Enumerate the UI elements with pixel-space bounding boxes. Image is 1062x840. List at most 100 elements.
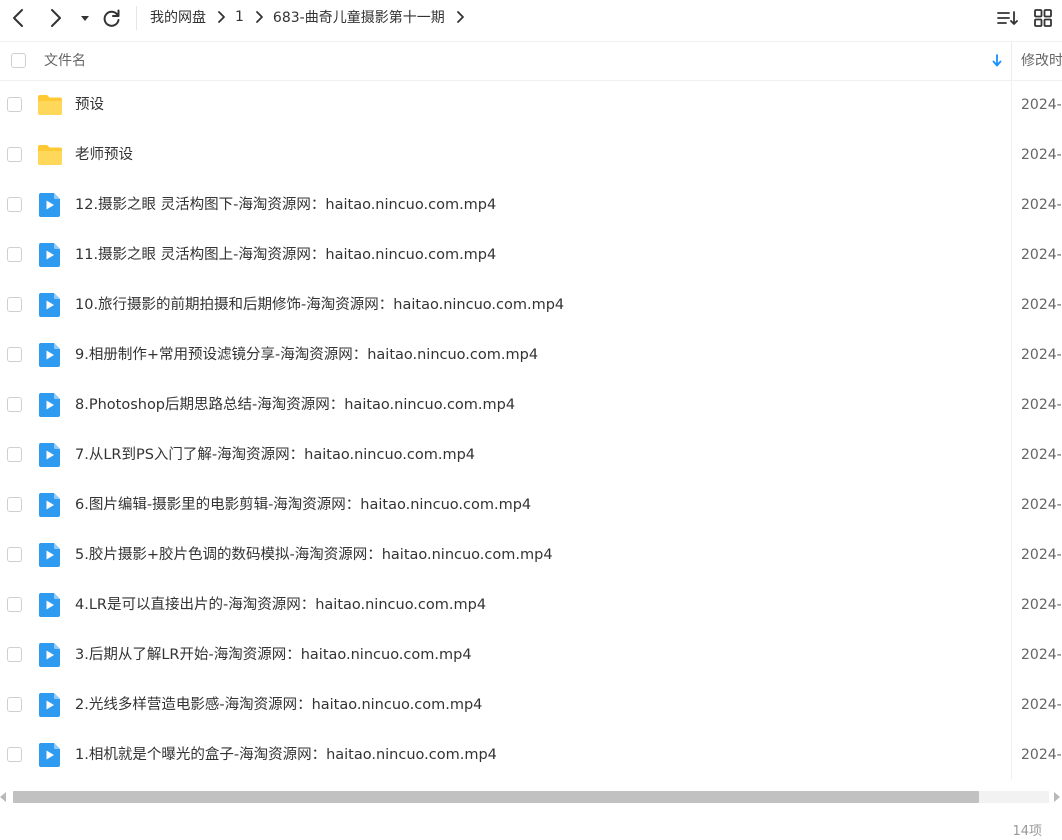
grid-view-button[interactable] <box>1031 6 1055 30</box>
file-row[interactable]: 12.摄影之眼 灵活构图下-海淘资源网：haitao.nincuo.com.mp… <box>0 180 1062 230</box>
sort-descending-icon[interactable] <box>991 54 1003 68</box>
file-name[interactable]: 3.后期从了解LR开始-海淘资源网：haitao.nincuo.com.mp4 <box>75 630 472 680</box>
scroll-thumb[interactable] <box>13 791 979 803</box>
column-header-name[interactable]: 文件名 <box>44 42 86 80</box>
modified-date: 2024- <box>1021 597 1062 613</box>
sort-view-button[interactable] <box>995 6 1019 30</box>
file-name[interactable]: 预设 <box>75 80 104 130</box>
modified-date: 2024- <box>1021 297 1062 313</box>
file-name[interactable]: 7.从LR到PS入门了解-海淘资源网：haitao.nincuo.com.mp4 <box>75 430 475 480</box>
file-name[interactable]: 5.胶片摄影+胶片色调的数码模拟-海淘资源网：haitao.nincuo.com… <box>75 530 553 580</box>
column-divider <box>1011 280 1012 330</box>
history-dropdown-button[interactable] <box>74 4 96 32</box>
file-name[interactable]: 4.LR是可以直接出片的-海淘资源网：haitao.nincuo.com.mp4 <box>75 580 486 630</box>
caret-down-icon <box>81 16 89 21</box>
video-file-icon <box>37 242 63 268</box>
chevron-left-icon <box>13 9 23 27</box>
back-button[interactable] <box>4 4 32 32</box>
file-name[interactable]: 12.摄影之眼 灵活构图下-海淘资源网：haitao.nincuo.com.mp… <box>75 180 496 230</box>
row-checkbox[interactable] <box>7 247 22 262</box>
file-row[interactable]: 1.相机就是个曝光的盒子-海淘资源网：haitao.nincuo.com.mp4… <box>0 730 1062 780</box>
column-divider[interactable] <box>1011 42 1012 80</box>
refresh-icon <box>103 9 120 27</box>
file-row[interactable]: 4.LR是可以直接出片的-海淘资源网：haitao.nincuo.com.mp4… <box>0 580 1062 630</box>
modified-date: 2024- <box>1021 197 1062 213</box>
file-list: 预设 2024- 老师预设 2024- 12.摄影之眼 灵活构图下-海淘资源网：hait… <box>0 80 1062 785</box>
file-name[interactable]: 6.图片编辑-摄影里的电影剪辑-海淘资源网：haitao.nincuo.com.… <box>75 480 531 530</box>
file-row[interactable]: 11.摄影之眼 灵活构图上-海淘资源网：haitao.nincuo.com.mp… <box>0 230 1062 280</box>
file-row[interactable]: 2.光线多样营造电影感-海淘资源网：haitao.nincuo.com.mp4 2… <box>0 680 1062 730</box>
column-divider <box>1011 330 1012 380</box>
modified-date: 2024- <box>1021 547 1062 563</box>
breadcrumb-item-root[interactable]: 我的网盘 <box>150 7 206 27</box>
modified-date: 2024- <box>1021 97 1062 113</box>
column-header-modified[interactable]: 修改时 <box>1021 42 1062 80</box>
column-divider <box>1011 130 1012 180</box>
video-file-icon <box>37 442 63 468</box>
folder-row[interactable]: 预设 2024- <box>0 80 1062 130</box>
select-all-checkbox[interactable] <box>11 53 26 68</box>
file-row[interactable]: 9.相册制作+常用预设滤镜分享-海淘资源网：haitao.nincuo.com.… <box>0 330 1062 380</box>
file-name[interactable]: 11.摄影之眼 灵活构图上-海淘资源网：haitao.nincuo.com.mp… <box>75 230 496 280</box>
video-file-icon <box>37 542 63 568</box>
forward-button[interactable] <box>42 4 70 32</box>
row-checkbox[interactable] <box>7 97 22 112</box>
row-checkbox[interactable] <box>7 497 22 512</box>
sort-list-icon <box>997 11 1018 25</box>
file-row[interactable]: 5.胶片摄影+胶片色调的数码模拟-海淘资源网：haitao.nincuo.com… <box>0 530 1062 580</box>
video-file-icon <box>37 342 63 368</box>
breadcrumb: 我的网盘 1 683-曲奇儿童摄影第十一期 <box>150 0 474 34</box>
folder-icon <box>37 92 63 118</box>
row-checkbox[interactable] <box>7 397 22 412</box>
column-divider <box>1011 230 1012 280</box>
toolbar: 我的网盘 1 683-曲奇儿童摄影第十一期 <box>0 0 1062 36</box>
row-checkbox[interactable] <box>7 197 22 212</box>
file-row[interactable]: 10.旅行摄影的前期拍摄和后期修饰-海淘资源网：haitao.nincuo.co… <box>0 280 1062 330</box>
row-checkbox[interactable] <box>7 147 22 162</box>
row-checkbox[interactable] <box>7 447 22 462</box>
refresh-button[interactable] <box>98 4 126 32</box>
row-checkbox[interactable] <box>7 747 22 762</box>
row-checkbox[interactable] <box>7 597 22 612</box>
row-checkbox[interactable] <box>7 697 22 712</box>
row-checkbox[interactable] <box>7 297 22 312</box>
grid-icon <box>1034 9 1052 27</box>
breadcrumb-item-1[interactable]: 1 <box>235 9 244 25</box>
chevron-right-icon <box>51 9 61 27</box>
file-name[interactable]: 10.旅行摄影的前期拍摄和后期修饰-海淘资源网：haitao.nincuo.co… <box>75 280 564 330</box>
row-checkbox[interactable] <box>7 547 22 562</box>
toolbar-divider <box>136 6 137 30</box>
video-file-icon <box>37 192 63 218</box>
file-row[interactable]: 7.从LR到PS入门了解-海淘资源网：haitao.nincuo.com.mp4… <box>0 430 1062 480</box>
row-checkbox[interactable] <box>7 347 22 362</box>
column-divider <box>1011 80 1012 130</box>
column-divider <box>1011 480 1012 530</box>
column-divider <box>1011 580 1012 630</box>
video-file-icon <box>37 642 63 668</box>
chevron-right-icon[interactable] <box>455 10 465 24</box>
video-file-icon <box>37 692 63 718</box>
row-checkbox[interactable] <box>7 647 22 662</box>
file-row[interactable]: 6.图片编辑-摄影里的电影剪辑-海淘资源网：haitao.nincuo.com.… <box>0 480 1062 530</box>
modified-date: 2024- <box>1021 147 1062 163</box>
file-name[interactable]: 老师预设 <box>75 130 133 180</box>
chevron-right-icon <box>256 11 263 23</box>
file-name[interactable]: 1.相机就是个曝光的盒子-海淘资源网：haitao.nincuo.com.mp4 <box>75 730 497 780</box>
column-divider <box>1011 430 1012 480</box>
modified-date: 2024- <box>1021 497 1062 513</box>
breadcrumb-item-current[interactable]: 683-曲奇儿童摄影第十一期 <box>273 7 445 27</box>
file-row[interactable]: 8.Photoshop后期思路总结-海淘资源网：haitao.nincuo.co… <box>0 380 1062 430</box>
scroll-right-arrow-icon[interactable] <box>1054 792 1060 802</box>
file-row[interactable]: 3.后期从了解LR开始-海淘资源网：haitao.nincuo.com.mp4 2… <box>0 630 1062 680</box>
file-name[interactable]: 9.相册制作+常用预设滤镜分享-海淘资源网：haitao.nincuo.com.… <box>75 330 538 380</box>
column-divider <box>1011 680 1012 730</box>
modified-date: 2024- <box>1021 747 1062 763</box>
file-name[interactable]: 8.Photoshop后期思路总结-海淘资源网：haitao.nincuo.co… <box>75 380 515 430</box>
file-name[interactable]: 2.光线多样营造电影感-海淘资源网：haitao.nincuo.com.mp4 <box>75 680 482 730</box>
folder-row[interactable]: 老师预设 2024- <box>0 130 1062 180</box>
modified-date: 2024- <box>1021 697 1062 713</box>
video-file-icon <box>37 292 63 318</box>
scroll-left-arrow-icon[interactable] <box>0 792 6 802</box>
horizontal-scrollbar[interactable] <box>0 789 1062 805</box>
video-file-icon <box>37 392 63 418</box>
